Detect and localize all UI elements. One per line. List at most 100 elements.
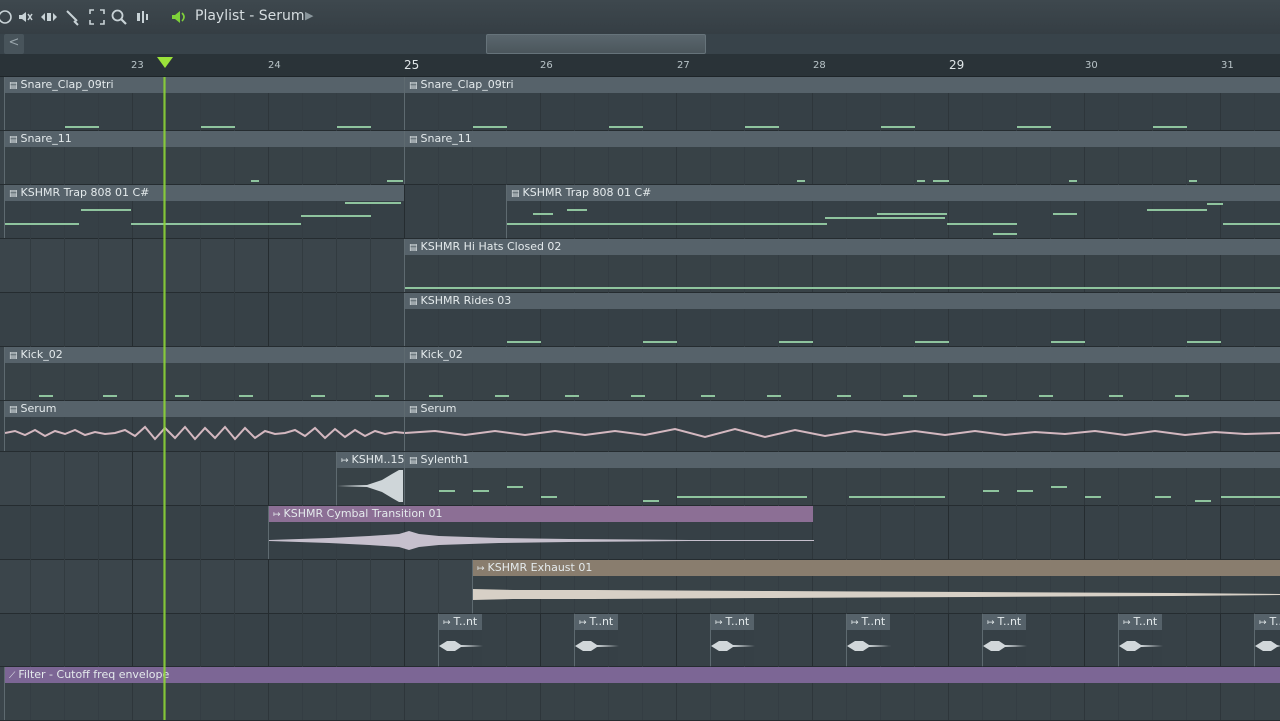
bar-label: 25: [404, 58, 420, 72]
clip-name: Snare_11: [20, 132, 72, 145]
clip-name: KSHMR Hi Hats Closed 02: [420, 240, 562, 253]
clip-waveform: [5, 425, 405, 441]
time-ruler[interactable]: 23 24 25 26 27 28 29 30 31: [0, 54, 1280, 77]
audio-clip-icon: ↦: [1259, 618, 1267, 628]
pattern-clip[interactable]: ▤ Kick_02: [4, 347, 404, 400]
note: [1053, 213, 1077, 215]
horizontal-scrollbar[interactable]: <: [0, 34, 1280, 54]
clip-name: Serum: [420, 402, 457, 415]
note: [1051, 341, 1085, 343]
note: [473, 490, 489, 492]
note: [903, 395, 917, 397]
note: [337, 126, 371, 128]
pattern-icon: ▤: [9, 189, 18, 199]
pattern-clip[interactable]: ▤ Serum: [4, 401, 405, 451]
pattern-icon: ▤: [9, 135, 18, 145]
mute-icon[interactable]: [16, 8, 34, 26]
note: [1153, 126, 1187, 128]
audio-clip-icon: ↦: [851, 618, 859, 628]
note: [609, 126, 643, 128]
pattern-clip[interactable]: ▤ Snare_Clap_09tri: [404, 77, 1280, 130]
clip-waveform: [711, 641, 755, 651]
pattern-clip[interactable]: ▤ KSHMR Hi Hats Closed 02: [404, 239, 1280, 292]
audio-clip[interactable]: ↦T..nt: [1254, 614, 1280, 666]
note: [301, 215, 371, 217]
pattern-icon: ▤: [9, 351, 18, 361]
note: [251, 180, 259, 182]
clip-waveform: [983, 641, 1027, 651]
note: [567, 209, 587, 211]
pattern-clip[interactable]: ▤ KSHMR Rides 03: [404, 293, 1280, 346]
note: [1017, 490, 1033, 492]
note: [1207, 203, 1223, 205]
pattern-icon: ▤: [511, 189, 520, 199]
clip-name: Kick_02: [20, 348, 63, 361]
note: [701, 395, 715, 397]
zoom-icon[interactable]: [110, 8, 128, 26]
title-arrow-icon[interactable]: ▶: [305, 9, 313, 22]
clip-name: Snare_11: [420, 132, 472, 145]
pattern-clip[interactable]: ▤ Sylenth1: [404, 452, 1280, 505]
note: [877, 213, 947, 215]
speaker-icon[interactable]: [134, 8, 152, 26]
audio-clip[interactable]: ↦T..nt: [438, 614, 483, 666]
playhead[interactable]: [163, 77, 166, 720]
pattern-clip[interactable]: ▤ KSHMR Trap 808 01 C#: [4, 185, 404, 238]
note: [311, 395, 325, 397]
select-icon[interactable]: [88, 8, 106, 26]
audio-clip[interactable]: ↦T..nt: [574, 614, 619, 666]
clip-name: T..nt: [997, 615, 1022, 628]
note: [631, 395, 645, 397]
note: [1175, 395, 1189, 397]
scroll-left-button[interactable]: <: [4, 34, 24, 54]
track-lane[interactable]: [0, 614, 1280, 667]
note: [947, 223, 1017, 225]
note: [1051, 486, 1067, 488]
pattern-clip[interactable]: ▤ Snare_Clap_09tri: [4, 77, 404, 130]
note: [915, 341, 949, 343]
clip-name: T..nt: [589, 615, 614, 628]
audio-clip[interactable]: ↦ KSHMR Cymbal Transition 01: [268, 506, 814, 559]
slip-icon[interactable]: [40, 8, 58, 26]
note: [533, 213, 553, 215]
automation-icon: ⟋: [9, 671, 16, 681]
scrollbar-thumb[interactable]: [486, 34, 706, 54]
audio-clip-icon: ↦: [273, 510, 281, 520]
note: [387, 180, 403, 182]
pattern-clip[interactable]: ▤ Kick_02: [404, 347, 1280, 400]
note: [849, 496, 945, 498]
note: [677, 496, 807, 498]
note: [933, 180, 949, 182]
playlist-toolbar: Playlist - Serum ▶: [0, 0, 1280, 35]
note: [345, 202, 401, 204]
song-position-marker[interactable]: [157, 57, 173, 68]
note: [1155, 496, 1171, 498]
note: [39, 395, 53, 397]
note: [81, 209, 131, 211]
pattern-clip[interactable]: ▤ Snare_11: [4, 131, 404, 184]
pattern-clip[interactable]: ▤ Serum: [404, 401, 1280, 451]
playback-icon[interactable]: [170, 8, 188, 26]
menu-icon[interactable]: [0, 8, 14, 26]
audio-clip[interactable]: ↦T..nt: [982, 614, 1027, 666]
pattern-clip[interactable]: ▤ Snare_11: [404, 131, 1280, 184]
playlist-title: Playlist - Serum: [195, 8, 305, 24]
pattern-clip[interactable]: ▤ KSHMR Trap 808 01 C#: [506, 185, 1280, 238]
note: [643, 341, 677, 343]
note: [1187, 341, 1221, 343]
automation-clip[interactable]: ⟋ Filter - Cutoff freq envelope: [4, 667, 1280, 720]
clip-name: KSHMR Cymbal Transition 01: [283, 507, 443, 520]
audio-clip[interactable]: ↦T..nt: [710, 614, 755, 666]
note: [495, 395, 509, 397]
note: [5, 223, 79, 225]
audio-clip[interactable]: ↦T..nt: [1118, 614, 1163, 666]
clip-name: Serum: [20, 402, 57, 415]
note: [1189, 180, 1197, 182]
audio-clip[interactable]: ↦ KSHMR Exhaust 01: [472, 560, 1280, 613]
audio-clip[interactable]: ↦T..nt: [846, 614, 891, 666]
slice-icon[interactable]: [64, 8, 82, 26]
note: [1069, 180, 1077, 182]
audio-clip-icon: ↦: [341, 456, 349, 466]
audio-clip[interactable]: ↦ KSHM..15: [336, 452, 404, 505]
note: [779, 341, 813, 343]
